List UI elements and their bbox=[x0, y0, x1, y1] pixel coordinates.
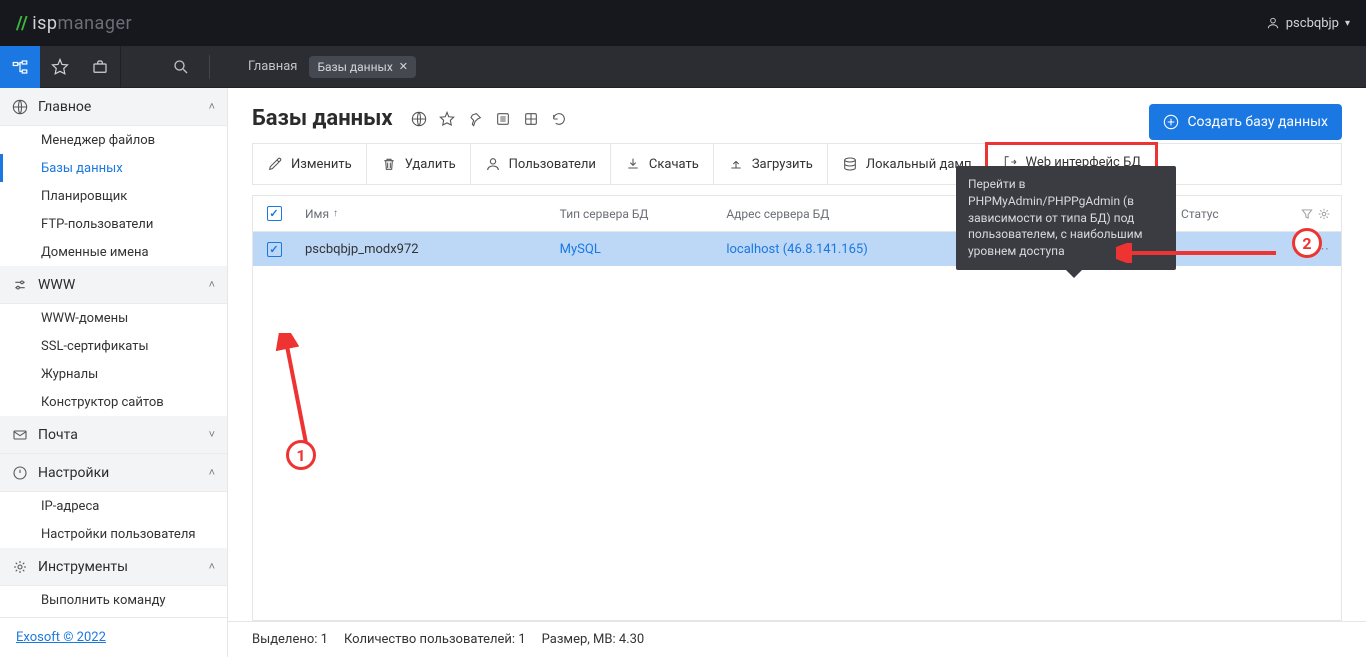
sidebar-group-главное[interactable]: Главное˄ bbox=[0, 88, 227, 126]
sidebar-item[interactable]: Журналы bbox=[0, 360, 227, 388]
row-name: pscbqbjp_modx972 bbox=[295, 242, 550, 257]
plus-icon bbox=[1163, 114, 1179, 130]
row-checkbox[interactable] bbox=[267, 242, 282, 257]
nav-favorites-button[interactable] bbox=[40, 46, 80, 88]
sidebar-item[interactable]: Доменные имена bbox=[0, 238, 227, 266]
user-menu[interactable]: pscbqbjp ▾ bbox=[1266, 16, 1350, 31]
col-status[interactable]: Статус bbox=[1171, 207, 1281, 221]
edit-button[interactable]: Изменить bbox=[253, 144, 367, 184]
subbar: Главная Базы данных ✕ bbox=[0, 46, 1366, 88]
sidebar-item[interactable]: Базы данных bbox=[0, 154, 227, 182]
sidebar-group-почта[interactable]: Почта˅ bbox=[0, 416, 227, 454]
upload-button[interactable]: Загрузить bbox=[714, 144, 828, 184]
table-settings[interactable] bbox=[1281, 207, 1341, 221]
sidebar-item[interactable]: Планировщик bbox=[0, 182, 227, 210]
main: Перейти в PHPMyAdmin/PHPPgAdmin (в завис… bbox=[228, 88, 1366, 657]
nav-briefcase-button[interactable] bbox=[80, 46, 120, 88]
download-button[interactable]: Скачать bbox=[611, 144, 714, 184]
sidebar-item[interactable]: Настройки пользователя bbox=[0, 520, 227, 548]
sidebar-item[interactable]: FTP-пользователи bbox=[0, 210, 227, 238]
trash-icon bbox=[381, 156, 397, 172]
user-icon bbox=[1266, 16, 1280, 30]
page-header: Базы данных Создать базу данных bbox=[228, 88, 1366, 143]
sidebar-item[interactable]: IP-адреса bbox=[0, 492, 227, 520]
page-title: Базы данных bbox=[252, 106, 393, 131]
row-type[interactable]: MySQL bbox=[550, 242, 717, 257]
globe-icon[interactable] bbox=[411, 111, 427, 127]
user-icon bbox=[485, 156, 501, 172]
globe-icon bbox=[12, 99, 28, 115]
db-icon bbox=[842, 156, 858, 172]
search-button[interactable] bbox=[161, 58, 201, 76]
sidebar-item[interactable]: Выполнить команду bbox=[0, 586, 227, 614]
sidebar-item[interactable]: Менеджер файлов bbox=[0, 126, 227, 154]
breadcrumb-home[interactable]: Главная bbox=[248, 59, 297, 74]
annotation-arrow-2 bbox=[1116, 243, 1286, 263]
settings-icon bbox=[12, 465, 28, 481]
sidebar: Главное˄Менеджер файловБазы данныхПланир… bbox=[0, 88, 228, 657]
annotation-circle-2: 2 bbox=[1292, 228, 1322, 258]
sidebar-group-www[interactable]: WWW˄ bbox=[0, 266, 227, 304]
grid-icon[interactable] bbox=[523, 111, 539, 127]
table-header: Имя↑ Тип сервера БД Адрес сервера БД Кол… bbox=[253, 196, 1341, 232]
breadcrumb-tab[interactable]: Базы данных ✕ bbox=[309, 56, 416, 78]
users-button[interactable]: Пользователи bbox=[471, 144, 611, 184]
sidebar-item[interactable]: Конструктор сайтов bbox=[0, 388, 227, 416]
toolbar: Изменить Удалить Пользователи Скачать За… bbox=[252, 143, 1342, 185]
upload-icon bbox=[728, 156, 744, 172]
sidebar-footer: Exosoft © 2022 bbox=[0, 617, 227, 657]
footer-link[interactable]: Exosoft © 2022 bbox=[16, 630, 106, 645]
col-name[interactable]: Имя↑ bbox=[295, 207, 550, 221]
gear-icon bbox=[12, 559, 28, 575]
download-icon bbox=[625, 156, 641, 172]
star-icon[interactable] bbox=[439, 111, 455, 127]
statusbar: Выделено: 1 Количество пользователей: 1 … bbox=[228, 621, 1366, 657]
list-icon[interactable] bbox=[495, 111, 511, 127]
pin-icon[interactable] bbox=[467, 111, 483, 127]
nav-tree-button[interactable] bbox=[0, 46, 40, 88]
create-db-button[interactable]: Создать базу данных bbox=[1149, 104, 1342, 140]
col-server-type[interactable]: Тип сервера БД bbox=[550, 207, 717, 221]
row-addr[interactable]: localhost (46.8.141.165) bbox=[716, 242, 971, 257]
delete-button[interactable]: Удалить bbox=[367, 144, 471, 184]
col-server-addr[interactable]: Адрес сервера БД bbox=[716, 207, 971, 221]
sliders-icon bbox=[12, 277, 28, 293]
mail-icon bbox=[12, 427, 28, 443]
sidebar-item[interactable]: SSL-сертификаты bbox=[0, 332, 227, 360]
select-all-checkbox[interactable] bbox=[267, 206, 282, 221]
sidebar-group-настройки[interactable]: Настройки˄ bbox=[0, 454, 227, 492]
username: pscbqbjp bbox=[1286, 16, 1339, 31]
chevron-down-icon: ▾ bbox=[1345, 18, 1350, 29]
sidebar-group-инструменты[interactable]: Инструменты˄ bbox=[0, 548, 227, 586]
annotation-arrow-1 bbox=[266, 333, 326, 453]
logo: // ispmanager bbox=[16, 13, 132, 34]
refresh-icon[interactable] bbox=[551, 111, 567, 127]
sidebar-item[interactable]: WWW-домены bbox=[0, 304, 227, 332]
topbar: // ispmanager pscbqbjp ▾ bbox=[0, 0, 1366, 46]
close-icon[interactable]: ✕ bbox=[399, 60, 408, 73]
pencil-icon bbox=[267, 156, 283, 172]
